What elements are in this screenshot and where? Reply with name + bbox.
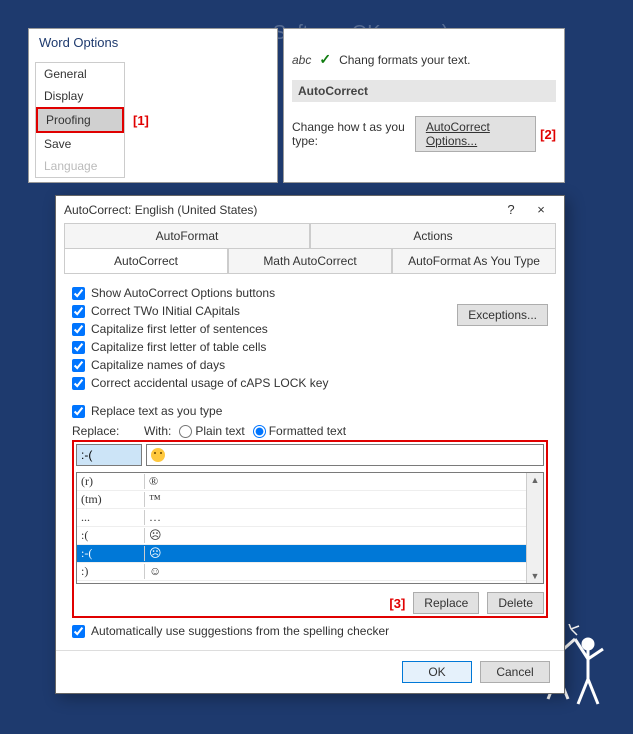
- autocorrect-options-panel: abc ✓ Chang formats your text. AutoCorre…: [283, 28, 565, 183]
- replace-input[interactable]: [76, 444, 142, 466]
- delete-button[interactable]: Delete: [487, 592, 544, 614]
- lbl-sentences: Capitalize first letter of sentences: [91, 322, 268, 336]
- list-row: :)☺: [77, 563, 526, 581]
- chk-replace-type[interactable]: [72, 405, 85, 418]
- dialog-title: AutoCorrect: English (United States): [64, 203, 496, 217]
- ok-button[interactable]: OK: [402, 661, 472, 683]
- tab-autocorrect[interactable]: AutoCorrect: [64, 249, 228, 274]
- tab-math-autocorrect[interactable]: Math AutoCorrect: [228, 249, 392, 274]
- lbl-formatted-text: Formatted text: [269, 424, 346, 438]
- replacement-list[interactable]: (r)® (tm)™ ...… :(☹ :-(☹ :)☺ ▲ ▼: [76, 472, 544, 584]
- autocorrect-section-head: AutoCorrect: [292, 80, 556, 102]
- radio-formatted-text[interactable]: [253, 425, 266, 438]
- annotation-2: [2]: [540, 127, 556, 142]
- annotation-1: [1]: [133, 113, 149, 128]
- radio-plain-text[interactable]: [179, 425, 192, 438]
- scroll-up-icon[interactable]: ▲: [529, 473, 542, 487]
- autocorrect-options-button[interactable]: AutoCorrect Options...: [415, 116, 536, 152]
- with-label: With:: [144, 424, 171, 438]
- list-row: (tm)™: [77, 491, 526, 509]
- chk-sentences[interactable]: [72, 323, 85, 336]
- sad-face-icon: [151, 448, 165, 462]
- nav-proofing[interactable]: Proofing: [36, 107, 124, 133]
- chk-days[interactable]: [72, 359, 85, 372]
- help-button[interactable]: ?: [496, 202, 526, 217]
- list-row-selected: :-(☹: [77, 545, 526, 563]
- lbl-show-buttons: Show AutoCorrect Options buttons: [91, 286, 275, 300]
- list-scrollbar[interactable]: ▲ ▼: [526, 473, 543, 583]
- abc-icon: abc: [292, 53, 311, 67]
- scroll-down-icon[interactable]: ▼: [529, 569, 542, 583]
- exceptions-button[interactable]: Exceptions...: [457, 304, 548, 326]
- chk-capslock[interactable]: [72, 377, 85, 390]
- cancel-button[interactable]: Cancel: [480, 661, 550, 683]
- lbl-capslock: Correct accidental usage of cAPS LOCK ke…: [91, 376, 328, 390]
- nav-general[interactable]: General: [36, 63, 124, 85]
- list-row: ...…: [77, 509, 526, 527]
- chk-spelling[interactable]: [72, 625, 85, 638]
- change-how-label: Change how t as you type:: [292, 120, 411, 148]
- with-input[interactable]: [146, 444, 544, 466]
- tab-autoformat[interactable]: AutoFormat: [64, 223, 310, 248]
- word-options-panel: Word Options General Display Proofing Sa…: [28, 28, 278, 183]
- close-button[interactable]: ×: [526, 202, 556, 217]
- nav-save[interactable]: Save: [36, 133, 124, 155]
- replace-area-highlight: (r)® (tm)™ ...… :(☹ :-(☹ :)☺ ▲ ▼ [3] Rep…: [72, 440, 548, 618]
- list-row: :(☹: [77, 527, 526, 545]
- autocorrect-dialog: AutoCorrect: English (United States) ? ×…: [55, 195, 565, 694]
- word-options-title: Word Options: [29, 29, 277, 56]
- lbl-tables: Capitalize first letter of table cells: [91, 340, 266, 354]
- lbl-days: Capitalize names of days: [91, 358, 225, 372]
- nav-display[interactable]: Display: [36, 85, 124, 107]
- nav-language[interactable]: Language: [36, 155, 124, 177]
- options-nav-list: General Display Proofing Save Language: [35, 62, 125, 178]
- replace-label: Replace:: [72, 424, 140, 438]
- lbl-two-caps: Correct TWo INitial CApitals: [91, 304, 240, 318]
- chk-tables[interactable]: [72, 341, 85, 354]
- tab-actions[interactable]: Actions: [310, 223, 556, 248]
- replace-button[interactable]: Replace: [413, 592, 479, 614]
- lbl-spelling: Automatically use suggestions from the s…: [91, 624, 389, 638]
- list-row: (r)®: [77, 473, 526, 491]
- chk-two-caps[interactable]: [72, 305, 85, 318]
- chk-show-buttons[interactable]: [72, 287, 85, 300]
- annotation-3: [3]: [389, 596, 405, 611]
- checkmark-icon: ✓: [319, 51, 331, 68]
- lbl-replace-type: Replace text as you type: [91, 404, 222, 418]
- lbl-plain-text: Plain text: [195, 424, 244, 438]
- tab-autoformat-as-you-type[interactable]: AutoFormat As You Type: [392, 249, 556, 274]
- change-formats-text: Chang formats your text.: [339, 53, 470, 67]
